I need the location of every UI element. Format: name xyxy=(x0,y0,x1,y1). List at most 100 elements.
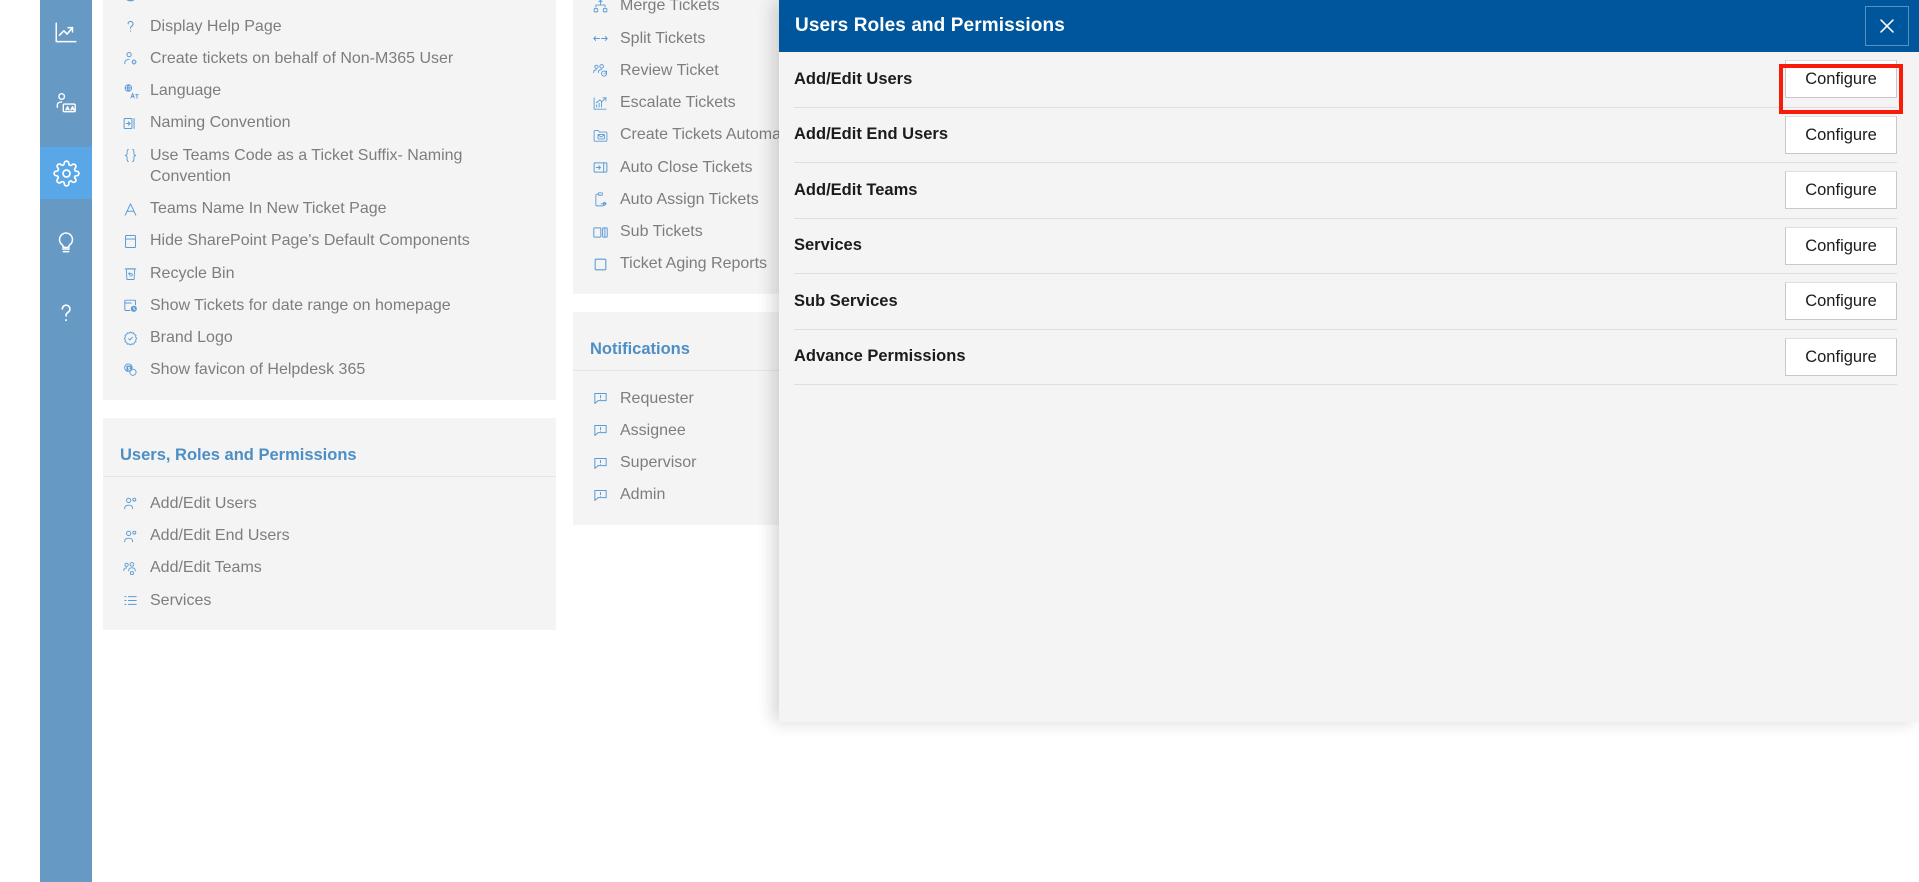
globe-icon xyxy=(120,0,140,4)
setting-label: Show favicon of Helpdesk 365 xyxy=(150,361,366,379)
dialog-title: Users Roles and Permissions xyxy=(795,15,1065,36)
general-settings-list: Select Teams and priority as dropdown in… xyxy=(103,0,556,400)
configure-button[interactable]: Configure xyxy=(1785,60,1897,99)
setting-item-show-favicon[interactable]: Show favicon of Helpdesk 365 xyxy=(103,354,556,386)
setting-label: Admin xyxy=(620,486,666,504)
user-board-icon xyxy=(53,90,79,116)
setting-item-admin[interactable]: Admin xyxy=(573,479,790,511)
rail-item-help[interactable] xyxy=(40,287,92,339)
close-icon[interactable] xyxy=(1865,6,1909,46)
setting-item-recycle-bin[interactable]: Recycle Bin xyxy=(103,257,556,289)
permission-label: Sub Services xyxy=(794,291,898,310)
comment-alert-icon xyxy=(590,453,610,473)
rail-item-settings[interactable] xyxy=(40,147,92,199)
setting-item-add-edit-end-users[interactable]: Add/Edit End Users xyxy=(103,520,556,552)
setting-label: Add/Edit Teams xyxy=(150,559,262,577)
setting-item-show-tickets-date-range[interactable]: Show Tickets for date range on homepage xyxy=(103,289,556,321)
primary-nav-rail xyxy=(40,0,92,882)
setting-label: Requester xyxy=(620,389,694,407)
setting-item-review-ticket[interactable]: Review Ticket xyxy=(573,54,790,86)
bullet-list-icon xyxy=(120,591,140,611)
setting-item-requester[interactable]: Requester xyxy=(573,382,790,414)
ticket-settings-list: Ticket Fields Ticket Sequence xyxy=(573,0,821,294)
square-icon xyxy=(590,254,610,274)
setting-item-ticket-aging-reports[interactable]: Ticket Aging Reports xyxy=(573,248,790,280)
setting-item-brand-logo[interactable]: Brand Logo xyxy=(103,322,556,354)
setting-item-hide-sharepoint-components[interactable]: Hide SharePoint Page's Default Component… xyxy=(103,225,556,257)
rail-item-analytics[interactable] xyxy=(40,7,92,59)
configure-button[interactable]: Configure xyxy=(1785,171,1897,210)
rail-item-agents[interactable] xyxy=(40,77,92,129)
setting-label: Split Tickets xyxy=(620,29,706,47)
setting-item-create-tickets-non-m365[interactable]: Create tickets on behalf of Non-M365 Use… xyxy=(103,42,556,74)
setting-item-language[interactable]: Language xyxy=(103,75,556,107)
configure-button[interactable]: Configure xyxy=(1785,337,1897,376)
setting-item-sub-tickets[interactable]: Sub Tickets xyxy=(573,216,790,248)
setting-item-auto-close-tickets[interactable]: Auto Close Tickets xyxy=(573,151,790,183)
setting-item-supervisor[interactable]: Supervisor xyxy=(573,447,790,479)
comment-alert-icon xyxy=(590,421,610,441)
setting-item-teams-name-new-ticket[interactable]: Teams Name In New Ticket Page xyxy=(103,193,556,225)
chart-up-icon xyxy=(590,93,610,113)
setting-label: Show Tickets for date range on homepage xyxy=(150,296,451,314)
setting-label: Language xyxy=(150,82,222,100)
letter-a-icon xyxy=(120,199,140,219)
setting-label: Sub Tickets xyxy=(620,223,703,241)
calendar-clock-icon xyxy=(120,296,140,316)
recycle-bin-icon xyxy=(120,264,140,284)
setting-item-teams-code-suffix[interactable]: Use Teams Code as a Ticket Suffix- Namin… xyxy=(103,139,556,193)
dialog-body: Add/Edit Users Configure Add/Edit End Us… xyxy=(779,52,1919,385)
people-icon xyxy=(120,526,140,546)
permission-label: Add/Edit End Users xyxy=(794,125,949,144)
page-left-margin xyxy=(0,0,40,882)
dialog-header: Users Roles and Permissions xyxy=(779,0,1919,52)
setting-item-add-edit-teams[interactable]: Add/Edit Teams xyxy=(103,552,556,584)
question-mark-icon xyxy=(120,17,140,37)
configure-button-wrap: Configure xyxy=(1785,171,1897,210)
comment-alert-icon xyxy=(590,389,610,409)
users-roles-permissions-list: Add/Edit Users Add/Edit End Users Add/Ed… xyxy=(103,477,556,630)
setting-label: Brand Logo xyxy=(150,329,233,347)
setting-item-gcc-tenant[interactable]: GCC Tenant xyxy=(103,0,556,10)
setting-label: Assignee xyxy=(620,421,686,439)
settings-left-column: Select Teams and priority as dropdown in… xyxy=(103,0,556,648)
page-bottom-right-filler xyxy=(779,722,1919,882)
setting-item-auto-assign-tickets[interactable]: Auto Assign Tickets xyxy=(573,183,790,215)
notifications-list: Requester Assignee Supervisor Admin xyxy=(573,371,790,525)
rail-item-tips[interactable] xyxy=(40,217,92,269)
setting-label: Services xyxy=(150,591,212,609)
comment-alert-icon xyxy=(590,485,610,505)
configure-button[interactable]: Configure xyxy=(1785,282,1897,321)
setting-item-services[interactable]: Services xyxy=(103,584,556,616)
merge-icon xyxy=(590,0,610,16)
configure-button[interactable]: Configure xyxy=(1785,226,1897,265)
permission-row-services: Services Configure xyxy=(794,219,1897,274)
setting-label: Recycle Bin xyxy=(150,264,235,282)
setting-label: Create tickets on behalf of Non-M365 Use… xyxy=(150,49,454,67)
setting-item-escalate-tickets[interactable]: Escalate Tickets xyxy=(573,87,790,119)
panel-rename-icon xyxy=(120,113,140,133)
permission-row-sub-services: Sub Services Configure xyxy=(794,274,1897,330)
setting-item-display-help-page[interactable]: Display Help Page xyxy=(103,10,556,42)
users-roles-permissions-heading: Users, Roles and Permissions xyxy=(103,418,556,478)
setting-label: GCC Tenant xyxy=(150,0,540,5)
folder-mail-icon xyxy=(590,125,610,145)
setting-item-merge-tickets[interactable]: Merge Tickets xyxy=(573,0,790,22)
question-mark-icon xyxy=(53,300,79,326)
setting-item-create-tickets-automatically[interactable]: Create Tickets Automatically xyxy=(573,119,821,151)
setting-label: Naming Convention xyxy=(150,114,291,132)
setting-item-add-edit-users[interactable]: Add/Edit Users xyxy=(103,487,556,519)
app-root: Select Teams and priority as dropdown in… xyxy=(0,0,1919,882)
setting-item-split-tickets[interactable]: Split Tickets xyxy=(573,22,790,54)
setting-label: Add/Edit End Users xyxy=(150,527,290,545)
gear-icon xyxy=(52,159,80,187)
setting-label: Review Ticket xyxy=(620,61,719,79)
setting-item-assignee[interactable]: Assignee xyxy=(573,414,790,446)
clipboard-arrow-icon xyxy=(590,190,610,210)
setting-item-naming-convention[interactable]: Naming Convention xyxy=(103,107,556,139)
setting-label: Teams Name In New Ticket Page xyxy=(150,200,387,218)
configure-button[interactable]: Configure xyxy=(1785,115,1897,154)
split-arrows-icon xyxy=(590,29,610,49)
permission-label: Advance Permissions xyxy=(794,347,966,366)
page-header-icon xyxy=(120,231,140,251)
